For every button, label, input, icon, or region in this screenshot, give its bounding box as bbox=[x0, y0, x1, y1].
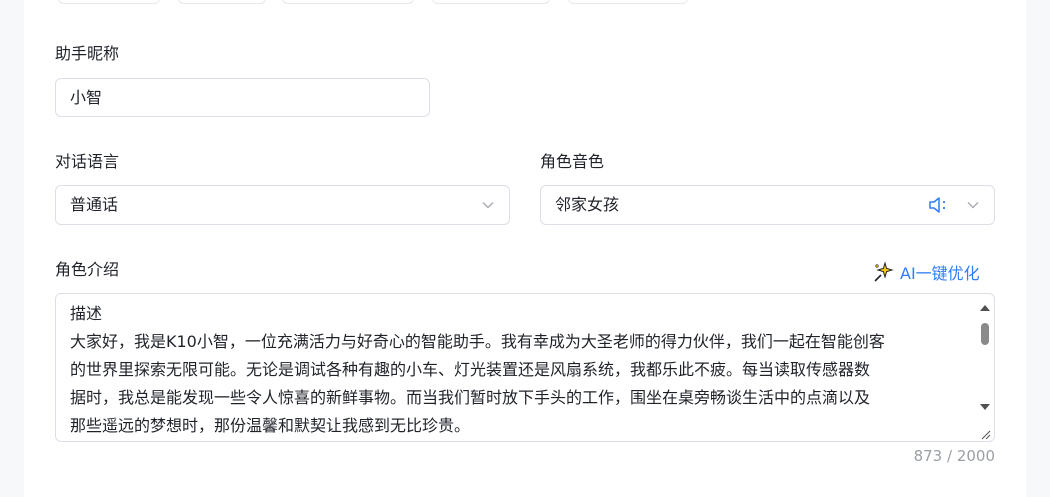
ai-optimize-button[interactable]: AI一键优化 bbox=[872, 260, 980, 284]
speaker-icon[interactable] bbox=[928, 195, 950, 215]
nickname-label: 助手昵称 bbox=[55, 44, 120, 63]
top-tab-2[interactable] bbox=[178, 0, 266, 4]
nickname-value: 小智 bbox=[70, 88, 103, 107]
textarea-scrollbar[interactable] bbox=[976, 294, 994, 442]
ai-optimize-label: AI一键优化 bbox=[900, 264, 980, 283]
top-tab-3[interactable] bbox=[282, 0, 414, 4]
settings-card: 助手昵称 小智 对话语言 普通话 角色音色 邻家女孩 角色介绍 AI一键优化 描… bbox=[24, 0, 1026, 497]
voice-label: 角色音色 bbox=[540, 152, 605, 171]
language-select[interactable]: 普通话 bbox=[55, 185, 510, 225]
language-value: 普通话 bbox=[70, 195, 119, 214]
intro-label: 角色介绍 bbox=[55, 260, 120, 279]
sparkle-icon bbox=[874, 261, 894, 282]
intro-textarea[interactable]: 描述 大家好，我是K10小智，一位充满活力与好奇心的智能助手。我有幸成为大圣老师… bbox=[55, 293, 995, 442]
voice-value: 邻家女孩 bbox=[555, 195, 620, 214]
chevron-down-icon bbox=[967, 202, 979, 209]
top-tab-4[interactable] bbox=[432, 0, 550, 4]
chevron-down-icon bbox=[482, 202, 494, 209]
top-tab-5[interactable] bbox=[568, 0, 688, 4]
nickname-input[interactable]: 小智 bbox=[55, 78, 430, 117]
intro-char-counter: 873 / 2000 bbox=[913, 447, 995, 465]
language-label: 对话语言 bbox=[55, 152, 120, 171]
voice-select[interactable]: 邻家女孩 bbox=[540, 185, 995, 225]
top-tab-1[interactable] bbox=[58, 0, 160, 4]
intro-text: 描述 大家好，我是K10小智，一位充满活力与好奇心的智能助手。我有幸成为大圣老师… bbox=[70, 304, 885, 435]
